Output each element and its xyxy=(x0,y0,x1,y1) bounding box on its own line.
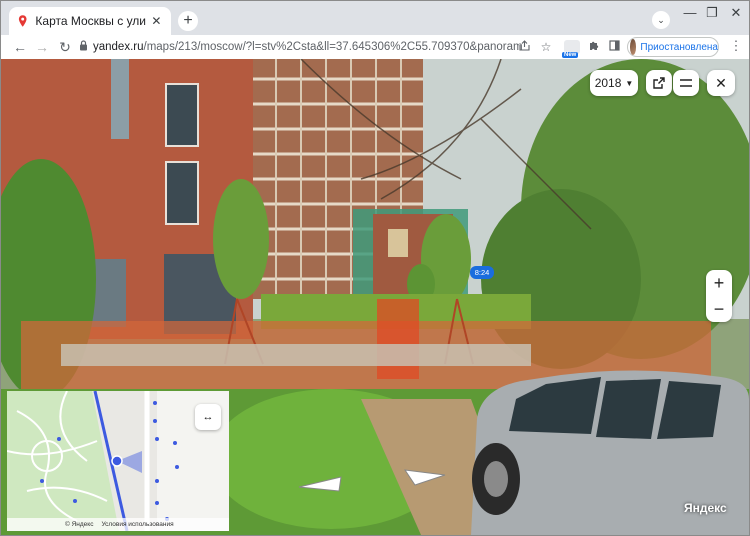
map-pin-icon xyxy=(18,15,27,27)
browser-toolbar: ← → ↻ yandex.ru/maps/213/moscow/?l=stv%2… xyxy=(1,35,749,59)
copyright-text: © Яндекс xyxy=(65,521,94,528)
year-value: 2018 xyxy=(594,76,622,90)
lock-icon xyxy=(79,40,93,54)
panorama-viewport[interactable]: 2018 ▼ ✕ + − 8:24 ↔ © Яндекс Условия исп… xyxy=(1,59,749,535)
tab-strip: Карта Москвы с улицами и ном ✕ + ⌄ — ❐ ✕ xyxy=(1,1,749,35)
avatar xyxy=(630,39,637,55)
chevron-down-icon: ▼ xyxy=(625,78,634,88)
tab-yandex-maps[interactable]: Карта Москвы с улицами и ном ✕ xyxy=(9,7,171,35)
tab-close-icon[interactable]: ✕ xyxy=(150,14,163,28)
hamburger-icon xyxy=(680,79,692,87)
browser-menu-icon[interactable]: ⋮ xyxy=(729,38,743,54)
panorama-close-button[interactable]: ✕ xyxy=(707,70,735,96)
time-badge[interactable]: 8:24 xyxy=(470,266,494,279)
minimap[interactable]: ↔ © Яндекс Условия использования xyxy=(7,391,229,531)
minimize-icon[interactable]: — xyxy=(681,5,699,20)
new-tab-button[interactable]: + xyxy=(178,11,198,31)
back-icon[interactable]: ← xyxy=(11,38,29,56)
tab-search-icon[interactable]: ⌄ xyxy=(652,11,670,29)
share-button[interactable] xyxy=(646,70,672,96)
yandex-logo[interactable]: Яндекс xyxy=(684,501,727,515)
forward-icon[interactable]: → xyxy=(33,38,51,56)
minimap-footer: © Яндекс Условия использования xyxy=(7,518,229,531)
terms-link[interactable]: Условия использования xyxy=(101,521,173,528)
address-bar[interactable]: yandex.ru/maps/213/moscow/?l=stv%2Csta&l… xyxy=(79,37,559,57)
share-page-icon[interactable] xyxy=(516,38,532,56)
external-link-icon xyxy=(653,77,665,89)
year-selector[interactable]: 2018 ▼ xyxy=(590,70,638,96)
window-close-icon[interactable]: ✕ xyxy=(727,5,745,21)
zoom-in-button[interactable]: + xyxy=(706,270,732,296)
new-badge: New xyxy=(562,52,579,58)
url-path: /maps/213/moscow/?l=stv%2Csta&ll=37.6453… xyxy=(143,41,523,53)
zoom-out-button[interactable]: − xyxy=(706,296,732,322)
extension-new-icon[interactable]: New xyxy=(562,40,580,58)
reload-icon[interactable]: ↻ xyxy=(56,38,74,56)
zoom-control: + − xyxy=(706,270,732,322)
tab-title: Карта Москвы с улицами и ном xyxy=(35,14,146,28)
profile-button[interactable]: Приостановлена xyxy=(627,37,719,57)
restore-icon[interactable]: ❐ xyxy=(703,5,721,21)
bookmark-star-icon[interactable]: ☆ xyxy=(538,38,554,56)
browser-window: Карта Москвы с улицами и ном ✕ + ⌄ — ❐ ✕… xyxy=(0,0,750,536)
url-text: yandex.ru/maps/213/moscow/?l=stv%2Csta&l… xyxy=(93,41,523,53)
extensions-puzzle-icon[interactable] xyxy=(585,38,601,56)
side-panel-icon[interactable] xyxy=(606,38,622,56)
url-host: yandex.ru xyxy=(93,41,144,53)
panorama-menu-button[interactable] xyxy=(673,70,699,96)
profile-status: Приостановлена xyxy=(640,41,718,53)
minimap-expand-button[interactable]: ↔ xyxy=(195,404,221,430)
